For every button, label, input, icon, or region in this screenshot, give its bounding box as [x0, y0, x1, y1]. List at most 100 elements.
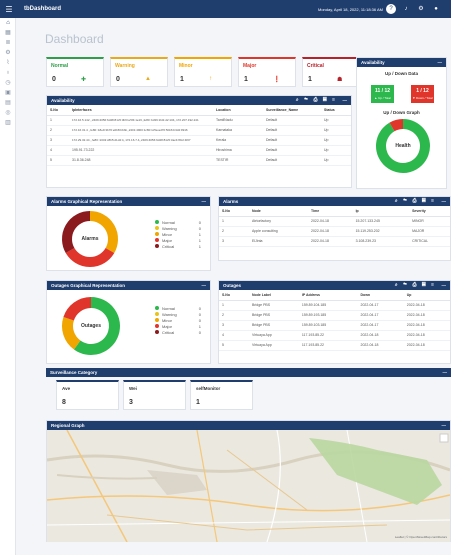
column-header[interactable]: Down — [357, 290, 404, 301]
donut-slice-minor[interactable] — [89, 211, 118, 253]
table-row[interactable]: 2 172.16.31.4 ,,fe80::18e9:3b70:e0b8:bbb… — [47, 125, 351, 136]
home-icon[interactable]: ⌂ — [0, 18, 16, 28]
panel-tools[interactable]: ⌕ ☁ ⎙ ▤ ≡ — [395, 197, 436, 206]
surveillance-card[interactable]: selfMonitor 1 — [190, 380, 253, 410]
arrow-icon: ↑ — [209, 76, 212, 82]
legend-label: Warning — [162, 311, 177, 317]
column-header[interactable]: IpInterfaces — [69, 105, 213, 116]
table-row[interactable]: 3 Bridge PBS 159.89.103.185 2022-04-17 2… — [219, 320, 450, 331]
up-box[interactable]: 11 / 12 ▲ Up / Total — [371, 85, 394, 103]
severity-card-minor[interactable]: Minor 1 ↑ — [174, 57, 232, 87]
legend-item[interactable]: Critical 1 — [155, 243, 201, 249]
donut-slice-major[interactable] — [63, 297, 92, 321]
panel-tools[interactable]: ⌕ ☁ ⎙ ▤ ≡ — [296, 96, 337, 105]
table-row[interactable]: 1 Bridge PBS 159.89.104.185 2022-04-17 2… — [219, 300, 450, 311]
minimize-icon[interactable]: — — [343, 96, 348, 105]
table-icon[interactable]: ▥ — [0, 118, 16, 128]
legend-value: 0 — [198, 317, 201, 323]
help-icon[interactable]: ? — [386, 4, 396, 14]
minimize-icon[interactable]: — — [442, 197, 447, 206]
cell: Hiroshima — [213, 145, 263, 156]
cell: 2022-04-18 — [357, 330, 404, 341]
cell: Up — [321, 115, 351, 126]
sidebar: ⌂ ▦ ≣ ⚙ ⌇ ♁ ◷ ▣ ▤ ◎ ▥ — [0, 18, 16, 555]
legend-label: Minor — [162, 317, 173, 323]
list-icon[interactable]: ≣ — [0, 38, 16, 48]
table-row[interactable]: 2 Apple consulting 2022-04-18 15.119.253… — [219, 226, 450, 237]
severity-card-critical[interactable]: Critical 1 ☗ — [302, 57, 360, 87]
legend-item[interactable]: Critical 0 — [155, 329, 201, 335]
cell: 1 — [219, 300, 249, 311]
cell: 15.207.133.245 — [352, 216, 410, 227]
target-icon[interactable]: ◎ — [0, 108, 16, 118]
minimize-icon[interactable]: — — [442, 281, 447, 290]
column-header[interactable]: S.No — [219, 206, 249, 217]
bell-icon[interactable]: ♪ — [401, 4, 411, 14]
column-header[interactable]: Ip — [352, 206, 410, 217]
app-brand: tbDashboard — [24, 6, 62, 12]
table-row[interactable]: 5 31.8.36.248 TESTIR Default Up — [47, 155, 351, 166]
column-header[interactable]: Severity — [409, 206, 450, 217]
minimize-icon[interactable]: — — [202, 197, 207, 206]
up-value: 11 / 12 — [374, 88, 390, 94]
bulb-icon[interactable]: ♁ — [0, 68, 16, 78]
surveillance-card[interactable]: Wei 3 — [123, 380, 186, 410]
column-header[interactable]: Node — [249, 206, 309, 217]
alarms-table-panel: Alarms ⌕ ☁ ⎙ ▤ ≡ — S.No Node Time Ip Sev… — [218, 196, 451, 261]
minimize-icon[interactable]: — — [438, 58, 443, 67]
cell: 2022-04-18 — [403, 340, 450, 351]
outages-legend: Normal 0 Warning 0 Minor 0 Major 1 Critical 0 — [155, 305, 201, 335]
down-box[interactable]: 1 / 12 ▼ Down / Total — [411, 85, 434, 103]
table-row[interactable]: 4 Virtuaya App 117.193.85.22 2022-04-18 … — [219, 330, 450, 341]
column-header[interactable]: Node Label — [249, 290, 299, 301]
panel-title: Surveillance Category — [50, 370, 98, 375]
surveillance-value: 8 — [62, 399, 66, 406]
legend-swatch — [155, 312, 159, 316]
cell: 4 — [47, 145, 69, 156]
map-view[interactable] — [47, 430, 450, 542]
cell: 2022-04-18 — [403, 300, 450, 311]
settings-icon[interactable]: ⚙ — [0, 48, 16, 58]
table-row[interactable]: 1 172.16.5.142 ,,2409:4056:6d48:81c5:3bf… — [47, 115, 351, 126]
donut-slice-critical[interactable] — [62, 211, 91, 253]
table-row[interactable]: 3 172.29.32.44 ,,fe80::1043:c8b5:d1d4:4,… — [47, 135, 351, 146]
user-icon[interactable]: ● — [431, 4, 441, 14]
donut-slice-down[interactable] — [389, 119, 404, 132]
minimize-icon[interactable]: — — [442, 421, 447, 430]
clock-icon[interactable]: ◷ — [0, 78, 16, 88]
panel-tools[interactable]: ⌕ ☁ ⎙ ▤ ≡ — [395, 281, 436, 290]
alarms-table: S.No Node Time Ip Severity 1 Atrtorfacto… — [219, 206, 450, 247]
column-header[interactable]: S.No — [47, 105, 69, 116]
column-header[interactable]: S.No — [219, 290, 249, 301]
column-header[interactable]: Location — [213, 105, 263, 116]
table-row[interactable]: 3 ElJinta 2022-04-18 3.108.239.23 CRITIC… — [219, 236, 450, 247]
document-icon[interactable]: ▤ — [0, 98, 16, 108]
column-header[interactable]: Up — [403, 290, 450, 301]
table-row[interactable]: 4 195.91.73.222 Hiroshima Default Up — [47, 145, 351, 156]
panel-header: Availability ⌕ ☁ ⎙ ▤ ≡ — — [47, 96, 351, 105]
column-header[interactable]: IP Address — [298, 290, 358, 301]
plus-icon: ✚ — [81, 77, 87, 83]
gear-icon[interactable]: ⚙ — [416, 4, 426, 14]
chart-icon[interactable]: ⌇ — [0, 58, 16, 68]
column-header[interactable]: Status — [321, 105, 351, 116]
grid-icon[interactable]: ▦ — [0, 28, 16, 38]
severity-card-normal[interactable]: Normal 0 ✚ — [46, 57, 104, 87]
donut-slice-major[interactable] — [65, 247, 115, 267]
cell: Apple consulting — [249, 226, 309, 237]
table-row[interactable]: 2 Bridge PBS 159.89.193.185 2022-04-17 2… — [219, 310, 450, 321]
severity-card-major[interactable]: Major 1 ❗ — [238, 57, 296, 87]
table-row[interactable]: 5 Virtuaya App 117.193.85.22 2022-04-18 … — [219, 340, 450, 351]
hamburger-menu-icon[interactable]: ☰ — [0, 5, 18, 14]
cell: Karnataka — [213, 125, 263, 136]
table-row[interactable]: 1 Atrtorfactory 2022-04-18 15.207.133.24… — [219, 216, 450, 227]
minimize-icon[interactable]: — — [202, 281, 207, 290]
minimize-icon[interactable]: — — [443, 368, 448, 377]
severity-card-warning[interactable]: Warning 0 ▲ — [110, 57, 168, 87]
legend-value: 0 — [198, 329, 201, 335]
column-header[interactable]: Surveillance_Name — [263, 105, 321, 116]
column-header[interactable]: Time — [308, 206, 353, 217]
surveillance-card[interactable]: Ave 8 — [56, 380, 119, 410]
calendar-icon[interactable]: ▣ — [0, 88, 16, 98]
cell: Default — [263, 145, 321, 156]
